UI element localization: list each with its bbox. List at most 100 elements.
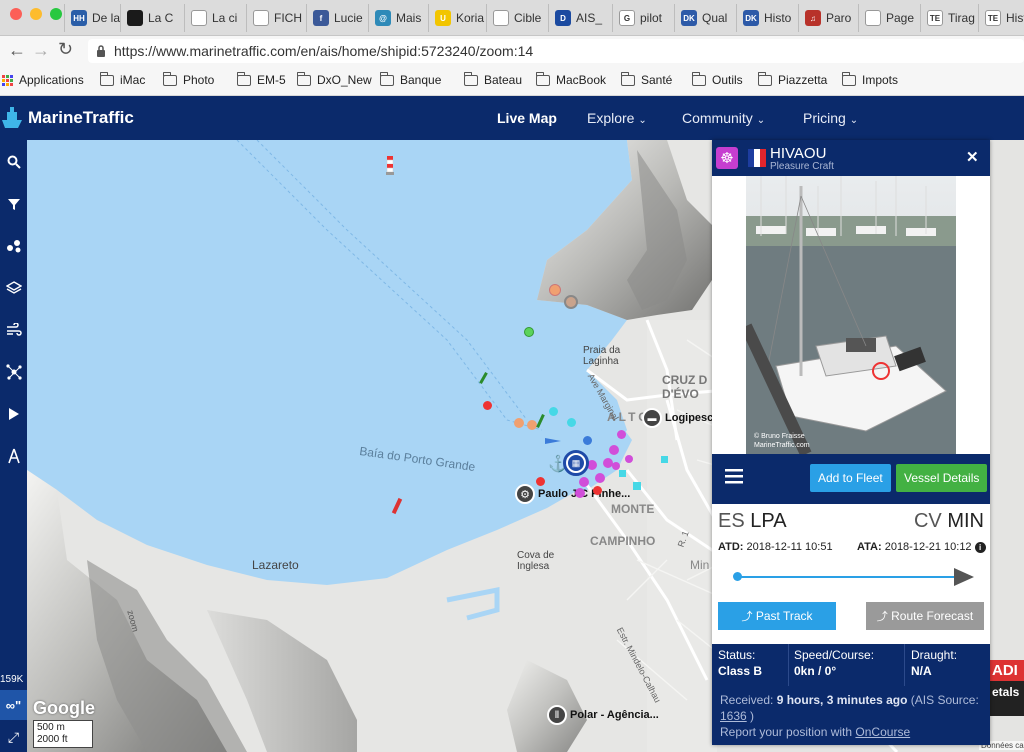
past-track-button[interactable]: ⤴ Past Track [718,602,836,630]
brand-name[interactable]: MarineTraffic [28,108,134,128]
ship-logo-icon [0,104,24,135]
infinity-icon[interactable]: ∞" [0,690,27,720]
forward-icon[interactable]: → [32,40,50,61]
vessel-marker[interactable] [567,418,576,427]
layers-icon[interactable] [0,268,27,308]
tab-label: Mais [396,11,422,25]
close-icon[interactable]: ✕ [966,148,979,166]
fleet-icon[interactable] [0,226,27,266]
vessel-marker[interactable] [564,295,578,309]
bookmark-applications[interactable]: Applications [2,73,84,87]
bookmark-folder[interactable]: Bateau [463,71,522,87]
search-icon[interactable] [0,142,27,182]
vessel-photo[interactable]: © Bruno Fraisse MarineTraffic.com [746,176,956,454]
browser-tab[interactable]: FICH [246,4,308,32]
origin-port[interactable]: ES LPA [718,510,787,533]
play-icon[interactable] [0,394,27,434]
vessel-marker[interactable] [575,488,585,498]
vessel-marker[interactable] [579,477,589,487]
info-icon[interactable]: i [974,542,986,553]
vessel-marker[interactable] [536,477,545,486]
maximize-window-button[interactable] [50,8,62,20]
bookmark-folder[interactable]: iMac [99,71,145,87]
browser-tab[interactable]: @ Mais [368,4,427,32]
vessel-marker[interactable] [593,486,602,495]
vessel-marker[interactable] [514,418,524,428]
nav-explore[interactable]: Explore ⌄ [587,110,647,126]
vessel-marker[interactable] [661,456,668,463]
browser-tab[interactable]: Gpilot [612,4,668,32]
vessel-marker[interactable] [633,482,641,490]
browser-tab[interactable]: D AIS_ [548,4,608,32]
vessel-marker[interactable] [483,401,492,410]
nav-pricing[interactable]: Pricing ⌄ [803,110,858,126]
browser-tab[interactable]: DK Qual [674,4,733,32]
chevron-down-icon: ⌄ [638,115,647,126]
bookmark-folder[interactable]: Piazzetta [757,71,827,87]
minimize-window-button[interactable] [30,8,42,20]
vessel-marker[interactable] [549,407,558,416]
bookmark-folder[interactable]: Banque [379,71,441,87]
vessel-marker[interactable] [549,284,561,296]
vessel-marker[interactable] [625,455,633,463]
nav-live-map[interactable]: Live Map [497,110,557,126]
browser-tab[interactable]: Page [858,4,920,32]
chevron-down-icon: ⌄ [849,115,859,126]
add-to-fleet-button[interactable]: Add to Fleet [810,464,891,492]
browser-tab[interactable]: TE Tirag [920,4,981,32]
bookmark-folder[interactable]: Photo [162,71,214,87]
poi-paulo[interactable]: ⚙ Paulo J C Pinhe... [515,484,630,504]
tab-label: Hist [1006,11,1024,25]
vessel-marker[interactable] [609,445,619,455]
nav-community[interactable]: Community ⌄ [682,110,765,126]
map-label-cova: Cova de Inglesa [517,550,555,572]
browser-tab[interactable]: La C [120,4,179,32]
vessel-marker[interactable] [524,327,534,337]
expand-icon[interactable]: ⤢ [0,722,27,752]
browser-tab[interactable]: TE Hist [978,4,1024,32]
selected-vessel-marker[interactable]: ▦ [563,450,589,476]
marina-icon: ▦ [568,455,584,471]
browser-tab[interactable]: ♫ Paro [798,4,857,32]
bookmark-folder[interactable]: EM-5 [236,71,286,87]
vessel-details-button[interactable]: Vessel Details [896,464,988,492]
address-bar[interactable]: https://www.marinetraffic.com/en/ais/hom… [88,39,1024,63]
ais-source-link[interactable]: 1636 [720,709,747,723]
folder-icon [620,71,635,86]
poi-logipesca[interactable]: ▬ Logipesc [642,408,713,428]
vessel-marker[interactable] [527,420,537,430]
vessel-marker[interactable] [612,462,620,470]
back-icon[interactable]: ← [8,40,26,61]
poi-polar[interactable]: Ⅱ Polar - Agência... [547,705,659,725]
bookmark-folder[interactable]: DxO_New [296,71,372,87]
top-navbar: MarineTraffic Live Map Explore ⌄ Communi… [0,96,1024,140]
filter-icon[interactable] [0,184,27,224]
browser-tab[interactable]: U Koria [428,4,490,32]
bookmark-folder[interactable]: MacBook [535,71,606,87]
reload-icon[interactable]: ↻ [58,39,73,60]
bookmark-folder[interactable]: Impots [841,71,898,87]
browser-tab[interactable]: HH De la [64,4,126,32]
route-forecast-button[interactable]: ⤴ Route Forecast [866,602,984,630]
bookmark-folder[interactable]: Santé [620,71,672,87]
measure-icon[interactable] [0,436,27,476]
destination-port[interactable]: CV MIN [914,510,984,533]
browser-tab[interactable]: DK Histo [736,4,797,32]
wind-icon[interactable] [0,310,27,350]
ad-banner[interactable]: ADI etals [990,660,1024,716]
vessel-marker[interactable] [619,470,626,477]
doc-favicon [865,10,881,26]
browser-tab[interactable]: Cible [486,4,547,32]
close-window-button[interactable] [10,8,22,20]
vessel-marker[interactable] [617,430,626,439]
vessel-marker[interactable] [595,473,605,483]
network-icon[interactable] [0,352,27,392]
vessel-marker[interactable] [583,436,592,445]
bookmark-folder[interactable]: Outils [691,71,743,87]
oncourse-link[interactable]: OnCourse [855,725,910,739]
lighthouse-icon[interactable] [386,154,394,176]
browser-tab[interactable]: La ci [184,4,243,32]
url-text: https://www.marinetraffic.com/en/ais/hom… [114,43,534,59]
hamburger-menu-icon[interactable] [725,468,743,484]
browser-tab[interactable]: f Lucie [306,4,369,32]
